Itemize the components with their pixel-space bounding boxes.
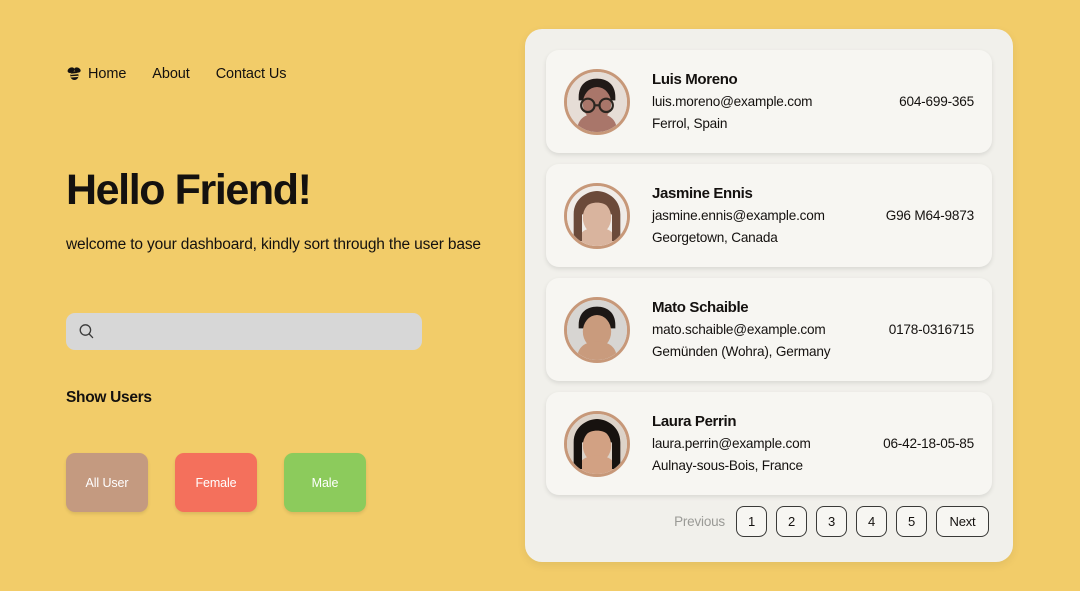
pagination-previous-button[interactable]: Previous — [674, 514, 727, 529]
filter-female-button[interactable]: Female — [175, 453, 257, 512]
filter-male-button[interactable]: Male — [284, 453, 366, 512]
avatar — [564, 296, 630, 363]
user-phone: 06-42-18-05-85 — [883, 436, 974, 451]
user-info: Mato Schaible mato.schaible@example.com … — [652, 298, 877, 362]
user-name: Mato Schaible — [652, 298, 749, 316]
user-card[interactable]: Luis Moreno luis.moreno@example.com Ferr… — [546, 50, 992, 153]
user-card[interactable]: Laura Perrin laura.perrin@example.com Au… — [546, 392, 992, 495]
search-bar[interactable] — [66, 313, 422, 350]
bee-icon — [66, 66, 83, 82]
pagination-page-3-button[interactable]: 3 — [816, 506, 847, 537]
filter-all-user-button[interactable]: All User — [66, 453, 148, 512]
page-subtitle: welcome to your dashboard, kindly sort t… — [66, 236, 481, 253]
avatar — [564, 182, 630, 249]
user-card[interactable]: Mato Schaible mato.schaible@example.com … — [546, 278, 992, 381]
user-email: mato.schaible@example.com — [652, 321, 826, 337]
pagination-page-2-button[interactable]: 2 — [776, 506, 807, 537]
search-input[interactable] — [103, 313, 410, 350]
avatar — [564, 68, 630, 135]
show-users-label: Show Users — [66, 389, 152, 406]
user-phone: 604-699-365 — [899, 94, 974, 109]
main-navigation: Home About Contact Us — [66, 66, 287, 82]
user-location: Georgetown, Canada — [652, 229, 778, 245]
left-column: Home About Contact Us Hello Friend! welc… — [0, 0, 525, 591]
user-email: jasmine.ennis@example.com — [652, 207, 825, 223]
user-card[interactable]: Jasmine Ennis jasmine.ennis@example.com … — [546, 164, 992, 267]
search-icon — [78, 323, 95, 340]
page-title: Hello Friend! — [66, 166, 312, 214]
pagination-next-button[interactable]: Next — [936, 506, 989, 537]
user-email: luis.moreno@example.com — [652, 93, 813, 109]
user-phone: G96 M64-9873 — [885, 208, 974, 223]
user-info: Laura Perrin laura.perrin@example.com Au… — [652, 412, 871, 476]
user-name: Laura Perrin — [652, 412, 737, 430]
nav-link-home[interactable]: Home — [88, 66, 126, 82]
user-name: Jasmine Ennis — [652, 184, 753, 202]
nav-link-about[interactable]: About — [152, 66, 190, 82]
pagination-page-4-button[interactable]: 4 — [856, 506, 887, 537]
user-location: Aulnay-sous-Bois, France — [652, 457, 803, 473]
avatar — [564, 410, 630, 477]
pagination-page-5-button[interactable]: 5 — [896, 506, 927, 537]
user-name: Luis Moreno — [652, 70, 738, 88]
pagination-page-1-button[interactable]: 1 — [736, 506, 767, 537]
user-info: Luis Moreno luis.moreno@example.com Ferr… — [652, 70, 887, 134]
user-list-panel: Luis Moreno luis.moreno@example.com Ferr… — [525, 29, 1013, 562]
user-location: Gemünden (Wohra), Germany — [652, 343, 831, 359]
pagination: Previous 1 2 3 4 5 Next — [546, 506, 992, 541]
user-info: Jasmine Ennis jasmine.ennis@example.com … — [652, 184, 874, 248]
filter-button-group: All User Female Male — [66, 453, 366, 512]
user-card-list: Luis Moreno luis.moreno@example.com Ferr… — [546, 50, 992, 495]
user-email: laura.perrin@example.com — [652, 435, 811, 451]
nav-link-contact-us[interactable]: Contact Us — [216, 66, 287, 82]
user-location: Ferrol, Spain — [652, 115, 728, 131]
nav-home-group[interactable]: Home — [66, 66, 126, 82]
user-phone: 0178-0316715 — [888, 322, 974, 337]
